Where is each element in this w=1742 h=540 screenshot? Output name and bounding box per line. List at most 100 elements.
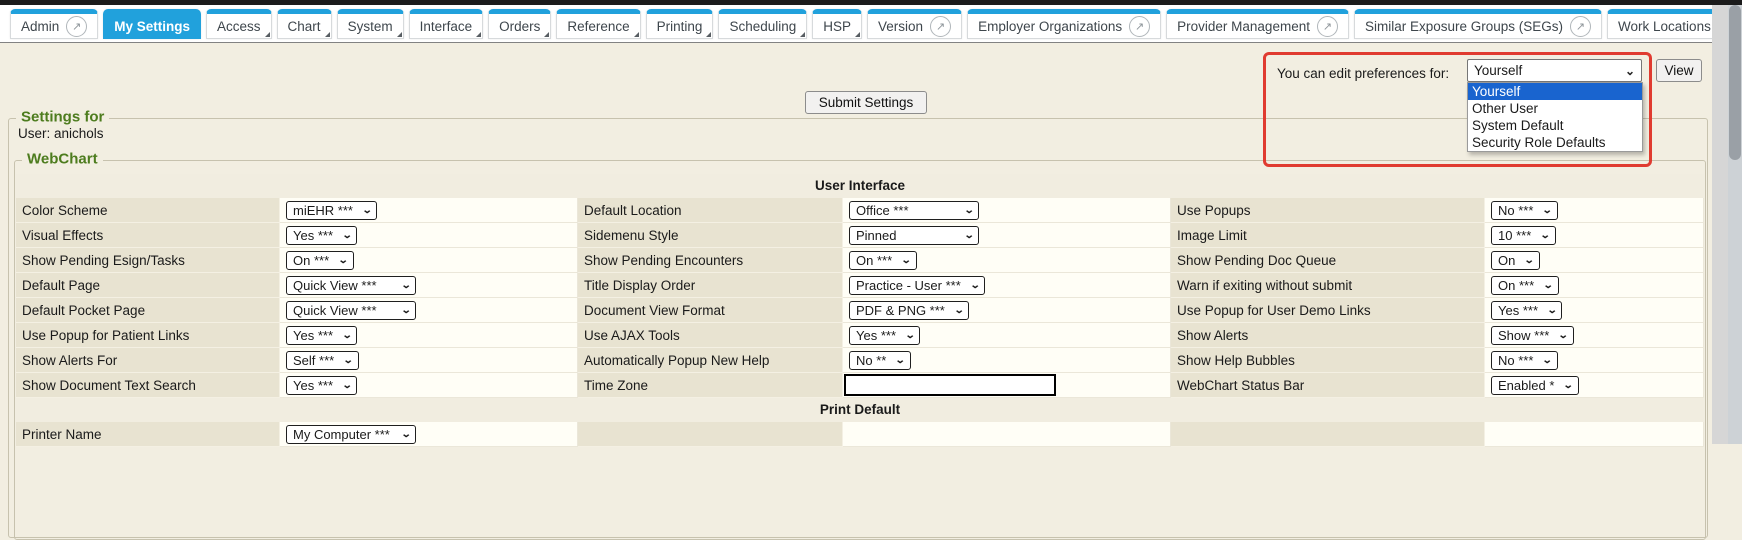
external-link-icon[interactable]: ↗ (66, 16, 87, 37)
chevron-down-icon: ⌄ (1563, 380, 1574, 391)
setting-label-text: Use AJAX Tools (584, 328, 680, 343)
tab-similar-exposure-groups-segs[interactable]: Similar Exposure Groups (SEGs)↗ (1354, 9, 1602, 39)
chevron-down-icon: ⌄ (1542, 355, 1553, 366)
tab-orders[interactable]: Orders (488, 9, 551, 39)
scrollbar-thumb[interactable] (1729, 5, 1741, 160)
edit-preferences-label: You can edit preferences for: (1277, 62, 1449, 85)
setting-select-default-pocket-page[interactable]: Quick View *** ⌄ (286, 301, 416, 320)
tab-my-settings[interactable]: My Settings (103, 9, 201, 39)
chevron-down-icon: ⌄ (342, 330, 353, 341)
dropdown-option-system-default[interactable]: System Default (1468, 117, 1642, 134)
setting-select-printer-name[interactable]: My Computer ***⌄ (286, 425, 416, 444)
setting-select-show-document-text-search[interactable]: Yes ***⌄ (286, 376, 357, 395)
setting-select-use-ajax-tools[interactable]: Yes ***⌄ (849, 326, 920, 345)
setting-select-title-display-order[interactable]: Practice - User ***⌄ (849, 276, 985, 295)
external-link-icon[interactable]: ↗ (1317, 16, 1338, 37)
scrollbar-track[interactable] (1728, 5, 1742, 444)
setting-value-cell (1485, 422, 1704, 447)
chevron-down-icon: ⌄ (895, 355, 906, 366)
external-link-icon[interactable]: ↗ (1570, 16, 1591, 37)
section-header-user-interface: User Interface (16, 174, 1704, 198)
setting-select-show-alerts-for[interactable]: Self *** ⌄ (286, 351, 359, 370)
setting-select-document-view-format[interactable]: PDF & PNG ***⌄ (849, 301, 969, 320)
setting-select-image-limit[interactable]: 10 ***⌄ (1491, 226, 1556, 245)
setting-select-webchart-status-bar[interactable]: Enabled *⌄ (1491, 376, 1579, 395)
tab-label: Employer Organizations (978, 19, 1122, 34)
setting-select-sidemenu-style[interactable]: Pinned⌄ (849, 226, 979, 245)
setting-value-cell: On ***⌄ (1485, 273, 1704, 298)
setting-select-use-popups[interactable]: No ***⌄ (1491, 201, 1558, 220)
tab-access[interactable]: Access (206, 9, 272, 39)
setting-value-cell: Practice - User ***⌄ (843, 273, 1171, 298)
tab-system[interactable]: System (337, 9, 404, 39)
setting-label-text: Sidemenu Style (584, 228, 679, 243)
setting-select-show-pending-encounters[interactable]: On ***⌄ (849, 251, 917, 270)
setting-label-text: Show Help Bubbles (1177, 353, 1295, 368)
select-value-text: Self *** (293, 353, 334, 368)
setting-select-show-help-bubbles[interactable]: No ***⌄ (1491, 351, 1558, 370)
tab-interface[interactable]: Interface (409, 9, 484, 39)
view-button[interactable]: View (1656, 59, 1702, 82)
select-value-text: miEHR *** (293, 203, 353, 218)
setting-label-text: Default Pocket Page (22, 303, 145, 318)
chevron-down-icon: ⌄ (400, 280, 411, 291)
tab-hsp[interactable]: HSP (812, 9, 862, 39)
dropdown-option-yourself[interactable]: Yourself (1468, 83, 1642, 100)
chevron-down-icon: ⌄ (1540, 230, 1551, 241)
setting-value-cell: No **⌄ (843, 348, 1171, 373)
section-header-print-default: Print Default (16, 398, 1704, 422)
submenu-corner-icon (544, 32, 549, 37)
setting-label-title-display-order: Title Display Order (578, 273, 843, 298)
setting-value-cell: Yes ***⌄ (280, 373, 578, 398)
setting-select-show-alerts[interactable]: Show ***⌄ (1491, 326, 1574, 345)
setting-label-image-limit: Image Limit (1171, 223, 1485, 248)
tab-scheduling[interactable]: Scheduling (718, 9, 807, 39)
submit-settings-button[interactable]: Submit Settings (805, 91, 927, 114)
setting-select-show-pending-esign-tasks[interactable]: On ***⌄ (286, 251, 354, 270)
setting-select-automatically-popup-new-help[interactable]: No **⌄ (849, 351, 911, 370)
tab-employer-organizations[interactable]: Employer Organizations ↗ (967, 9, 1161, 39)
setting-select-default-location[interactable]: Office ***⌄ (849, 201, 979, 220)
tab-label: Work Locations (1618, 19, 1711, 34)
setting-select-color-scheme[interactable]: miEHR ***⌄ (286, 201, 377, 220)
setting-select-show-pending-doc-queue[interactable]: On⌄ (1491, 251, 1540, 270)
setting-label-text: WebChart Status Bar (1177, 378, 1304, 393)
select-value-text: Quick View *** (293, 278, 377, 293)
edit-preferences-dropdown-list: YourselfOther UserSystem DefaultSecurity… (1467, 82, 1643, 152)
select-value-text: Quick View *** (293, 303, 377, 318)
chevron-down-icon: ⌄ (905, 330, 916, 341)
setting-label-default-location: Default Location (578, 198, 843, 223)
tab-reference[interactable]: Reference (556, 9, 640, 39)
tab-provider-management[interactable]: Provider Management↗ (1166, 9, 1349, 39)
setting-label-show-alerts: Show Alerts (1171, 323, 1485, 348)
setting-value-cell (843, 422, 1171, 447)
select-value-text: On (1498, 253, 1515, 268)
select-value-text: On *** (1498, 278, 1534, 293)
settings-table: User InterfaceColor SchememiEHR ***⌄Defa… (16, 174, 1704, 447)
setting-label-printer-name: Printer Name (16, 422, 280, 447)
dropdown-option-security-role-defaults[interactable]: Security Role Defaults (1468, 134, 1642, 151)
settings-for-legend: Settings for (16, 109, 109, 126)
tab-admin[interactable]: Admin↗ (10, 9, 98, 39)
setting-select-visual-effects[interactable]: Yes ***⌄ (286, 226, 357, 245)
chevron-down-icon: ⌄ (342, 230, 353, 241)
setting-select-use-popup-for-patient-links[interactable]: Yes ***⌄ (286, 326, 357, 345)
setting-select-default-page[interactable]: Quick View *** ⌄ (286, 276, 416, 295)
external-link-icon[interactable]: ↗ (1129, 16, 1150, 37)
tab-version[interactable]: Version↗ (867, 9, 962, 39)
tab-label: Orders (499, 19, 540, 34)
chevron-down-icon: ⌄ (400, 305, 411, 316)
external-link-icon[interactable]: ↗ (930, 16, 951, 37)
setting-select-use-popup-for-user-demo-links[interactable]: Yes ***⌄ (1491, 301, 1562, 320)
tab-printing[interactable]: Printing (646, 9, 714, 39)
setting-value-cell: On ***⌄ (843, 248, 1171, 273)
edit-preferences-select[interactable]: Yourself ⌄ (1467, 59, 1642, 82)
dropdown-option-other-user[interactable]: Other User (1468, 100, 1642, 117)
setting-value-cell: Office ***⌄ (843, 198, 1171, 223)
select-value-text: Pinned (856, 228, 896, 243)
setting-select-warn-if-exiting-without-submit[interactable]: On ***⌄ (1491, 276, 1559, 295)
tab-chart[interactable]: Chart (277, 9, 332, 39)
setting-label-use-popups: Use Popups (1171, 198, 1485, 223)
chevron-down-icon: ⌄ (343, 355, 354, 366)
setting-input-time-zone[interactable] (844, 374, 1056, 396)
